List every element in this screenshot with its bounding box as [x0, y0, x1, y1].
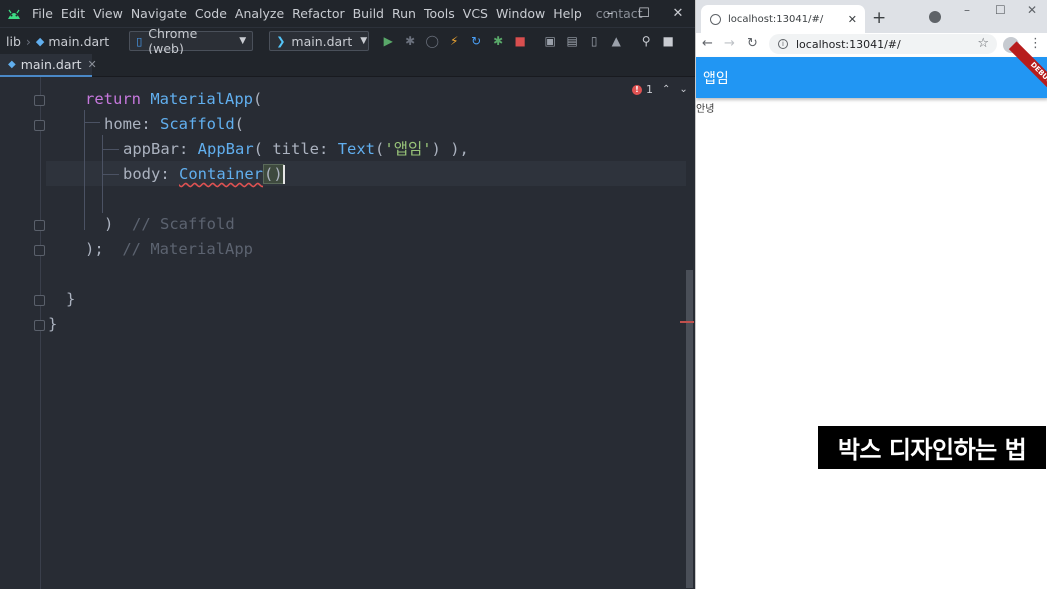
stop-icon[interactable]: ■ — [509, 30, 531, 52]
profile-icon[interactable]: ◯ — [421, 30, 443, 52]
close-tab-icon[interactable]: ✕ — [88, 58, 97, 71]
video-caption: 박스 디자인하는 법 — [818, 426, 1046, 469]
menu-vcs[interactable]: VCS — [459, 6, 492, 21]
code-line-2: home: Scaffold( — [104, 115, 245, 133]
close-icon[interactable]: ✕ — [661, 0, 695, 27]
hot-restart-icon[interactable]: ↻ — [465, 30, 487, 52]
ide-toolbar: lib › ◆ main.dart ▯ Chrome (web) ▼ ❯ mai… — [0, 26, 695, 56]
device-selector[interactable]: ▯ Chrome (web) ▼ — [129, 26, 254, 56]
menu-analyze[interactable]: Analyze — [231, 6, 288, 21]
dart-file-icon: ◆ — [8, 59, 16, 70]
breadcrumb-file[interactable]: main.dart — [48, 34, 109, 49]
error-icon: ! — [632, 84, 642, 95]
run-config-selector[interactable]: ❯ main.dart ▼ — [269, 31, 370, 51]
editor-scroll-thumb[interactable] — [686, 270, 693, 588]
sdk-manager-icon[interactable]: ▲ — [605, 30, 627, 52]
menu-navigate[interactable]: Navigate — [127, 6, 191, 21]
chevron-up-icon[interactable]: ⌃ — [662, 84, 670, 95]
fold-marker-icon[interactable] — [34, 320, 45, 331]
menu-help[interactable]: Help — [549, 6, 586, 21]
flutter-body-text: 안녕 — [696, 104, 715, 115]
fold-marker-icon[interactable] — [34, 120, 45, 131]
minimize-icon[interactable]: – — [593, 0, 627, 27]
address-bar[interactable]: i localhost:13041/#/ ☆ — [769, 34, 997, 54]
forward-icon[interactable]: → — [724, 36, 735, 51]
device-manager-icon[interactable]: ▣ — [539, 30, 561, 52]
globe-icon — [710, 13, 721, 25]
code-editor[interactable]: return MaterialApp( home: Scaffold( appB… — [0, 77, 695, 589]
avd-manager-icon[interactable]: ▯ — [583, 30, 605, 52]
run-config-label: main.dart — [291, 33, 353, 49]
minimize-icon[interactable]: – — [964, 3, 970, 17]
address-url: localhost:13041/#/ — [796, 37, 901, 51]
info-icon[interactable]: i — [778, 39, 788, 49]
maximize-icon[interactable]: ☐ — [995, 3, 1006, 17]
code-line-6: ) // Scaffold — [104, 215, 235, 233]
tab-main-dart[interactable]: ◆ main.dart ✕ — [0, 54, 97, 77]
browser-tab[interactable]: localhost:13041/#/ ✕ — [701, 5, 865, 33]
breadcrumb: lib › ◆ main.dart — [0, 34, 109, 49]
android-studio-logo-icon — [0, 0, 28, 27]
fold-marker-icon[interactable] — [34, 245, 45, 256]
flutter-icon: ❯ — [276, 34, 286, 48]
more-menu-icon[interactable]: ⋮ — [1029, 36, 1042, 51]
editor-tabbar: ◆ main.dart ✕ — [0, 54, 695, 77]
menu-view[interactable]: View — [89, 6, 127, 21]
menu-refactor[interactable]: Refactor — [288, 6, 348, 21]
chevron-down-icon: ▼ — [360, 36, 368, 46]
menu-edit[interactable]: Edit — [57, 6, 89, 21]
code-line-9: } — [66, 290, 76, 308]
browser-tabstrip: localhost:13041/#/ ✕ + – ☐ ✕ — [696, 0, 1047, 33]
menu-build[interactable]: Build — [349, 6, 388, 21]
attach-debugger-icon[interactable]: ✱ — [487, 30, 509, 52]
breadcrumb-lib[interactable]: lib — [6, 34, 21, 49]
maximize-icon[interactable]: ☐ — [627, 0, 661, 27]
debug-icon[interactable]: ✱ — [399, 30, 421, 52]
tab-label: main.dart — [20, 57, 82, 72]
tab-search-icon[interactable] — [929, 11, 941, 23]
bookmark-star-icon[interactable]: ☆ — [977, 36, 989, 51]
chevron-down-icon: ▼ — [239, 36, 247, 46]
device-selector-label: Chrome (web) — [148, 26, 198, 56]
menu-file[interactable]: File — [28, 6, 57, 21]
fold-marker-icon[interactable] — [34, 95, 45, 106]
back-icon[interactable]: ← — [702, 36, 713, 51]
account-icon[interactable]: ■ — [657, 30, 679, 52]
ide-menubar: File Edit View Navigate Code Analyze Ref… — [0, 0, 695, 27]
close-tab-icon[interactable]: ✕ — [848, 13, 857, 26]
code-line-3: appBar: AppBar( title: Text('앱임') ), — [123, 140, 469, 158]
browser-toolbar: ← → ↻ i localhost:13041/#/ ☆ — [696, 33, 1047, 57]
code-line-7: ); // MaterialApp — [85, 240, 253, 258]
browser-tab-title: localhost:13041/#/ — [728, 13, 824, 25]
new-tab-icon[interactable]: + — [872, 8, 886, 28]
phone-icon: ▯ — [136, 34, 143, 48]
fold-marker-icon[interactable] — [34, 295, 45, 306]
fold-marker-icon[interactable] — [34, 220, 45, 231]
code-line-4: body: Container() — [123, 164, 284, 184]
menu-tools[interactable]: Tools — [420, 6, 459, 21]
ide-window: File Edit View Navigate Code Analyze Ref… — [0, 0, 695, 589]
editor-gutter — [0, 77, 46, 589]
flutter-appbar-title: 앱임 — [703, 71, 729, 87]
browser-window: localhost:13041/#/ ✕ + – ☐ ✕ ← → ↻ i loc… — [695, 0, 1047, 589]
menu-window[interactable]: Window — [492, 6, 549, 21]
search-icon[interactable]: ⚲ — [635, 30, 657, 52]
code-line-1: return MaterialApp( — [85, 90, 263, 108]
inspection-widget[interactable]: ! 1 ⌃ ⌄ — [632, 83, 688, 96]
close-icon[interactable]: ✕ — [1027, 3, 1037, 17]
run-window-icon[interactable]: ▤ — [561, 30, 583, 52]
hot-reload-icon[interactable]: ⚡ — [443, 30, 465, 52]
reload-icon[interactable]: ↻ — [747, 36, 758, 51]
error-count: 1 — [646, 83, 653, 96]
chevron-right-icon: › — [25, 33, 31, 49]
menu-code[interactable]: Code — [191, 6, 231, 21]
menu-run[interactable]: Run — [388, 6, 420, 21]
error-stripe-mark[interactable] — [680, 321, 694, 323]
text-caret — [283, 165, 285, 184]
flutter-appbar: 앱임 — [696, 57, 1047, 98]
run-icon[interactable]: ▶ — [377, 30, 399, 52]
dart-file-icon: ◆ — [35, 34, 45, 48]
code-line-10: } — [48, 315, 58, 333]
